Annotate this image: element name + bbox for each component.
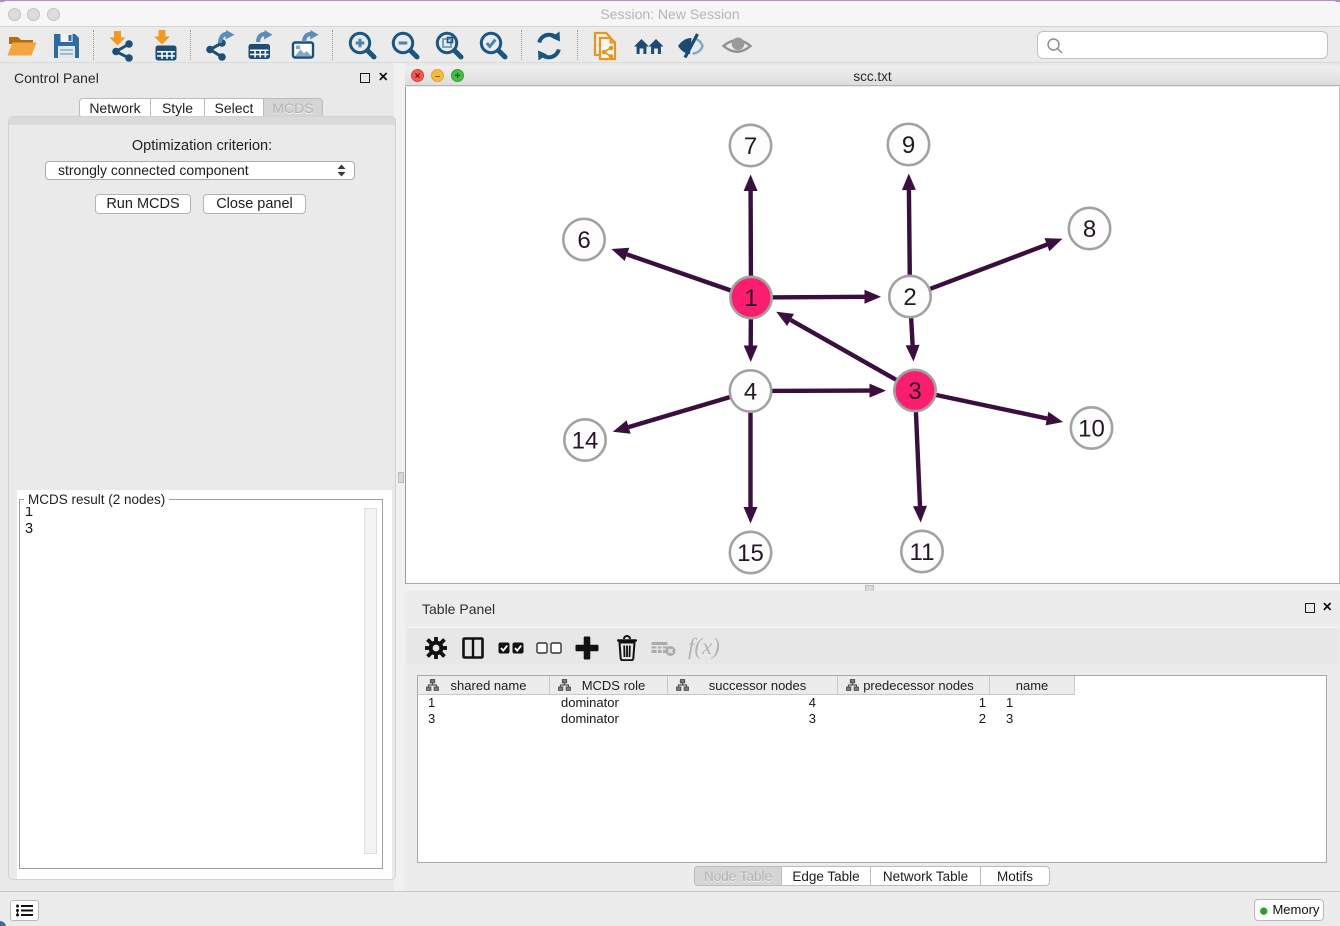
svg-text:15: 15	[737, 540, 764, 567]
svg-text:11: 11	[910, 539, 935, 566]
svg-text:7: 7	[744, 133, 757, 160]
svg-text:1: 1	[744, 285, 757, 312]
svg-text:6: 6	[577, 227, 590, 254]
svg-text:2: 2	[903, 284, 916, 311]
svg-text:4: 4	[744, 379, 757, 406]
svg-text:9: 9	[902, 132, 915, 159]
svg-text:3: 3	[908, 378, 921, 405]
svg-text:8: 8	[1083, 216, 1096, 243]
svg-text:10: 10	[1078, 416, 1105, 443]
svg-text:14: 14	[572, 428, 599, 455]
